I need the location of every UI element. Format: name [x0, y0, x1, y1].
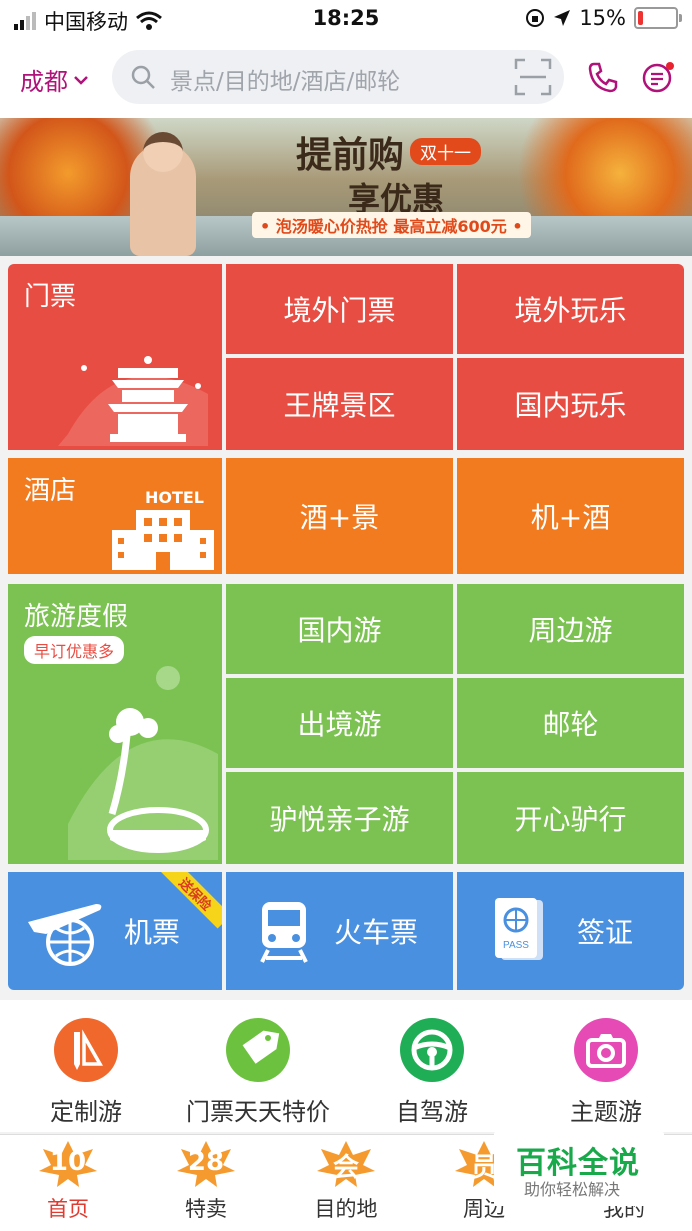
hotel-title: 酒店: [24, 476, 77, 506]
hotel-item-label: 机+酒: [530, 501, 611, 534]
search-placeholder: 景点/目的地/酒店/邮轮: [170, 69, 401, 95]
ruler-pencil-icon: [54, 1018, 118, 1082]
vacation-item-label: 国内游: [297, 614, 382, 647]
vacation-tile[interactable]: 旅游度假 早订优惠多: [8, 584, 222, 864]
passport-icon: PASS: [495, 898, 543, 960]
vacation-item-6[interactable]: 开心驴行: [457, 772, 684, 864]
hotel-tile[interactable]: 酒店 HOTEL: [8, 458, 222, 574]
visa-tile[interactable]: PASS 签证: [457, 872, 684, 990]
flight-tile[interactable]: 送保险 机票: [8, 872, 222, 990]
top-header: 成都 景点/目的地/酒店/邮轮: [0, 38, 692, 118]
tab-label: 首页: [47, 1197, 89, 1221]
status-bar: 中国移动 18:25 15%: [0, 0, 692, 38]
hotel-item-1[interactable]: 酒+景: [226, 458, 453, 574]
tab-destination[interactable]: 会 目的地: [286, 1139, 406, 1223]
tickets-title: 门票: [24, 282, 77, 312]
battery-icon: [634, 7, 682, 29]
tickets-item-label: 王牌景区: [283, 389, 396, 422]
search-bar[interactable]: 景点/目的地/酒店/邮轮: [112, 50, 564, 104]
tab-label: 目的地: [314, 1197, 378, 1221]
hotel-badge: HOTEL: [144, 488, 204, 507]
tickets-tile[interactable]: 门票: [8, 264, 222, 450]
vacation-item-4[interactable]: 邮轮: [457, 678, 684, 768]
tickets-item-1[interactable]: 境外门票: [226, 264, 453, 354]
maple-leaf-icon: 10: [37, 1139, 99, 1189]
tickets-item-label: 境外玩乐: [514, 294, 627, 327]
banner-tag: 双十一: [410, 138, 481, 165]
city-label: 成都: [20, 68, 68, 96]
search-icon: [131, 65, 155, 89]
promo-banner[interactable]: 提前购 双十一 享优惠 • 泡汤暖心价热抢 最高立减600元 •: [0, 118, 692, 256]
banner-promo-line: • 泡汤暖心价热抢 最高立减600元 •: [252, 212, 531, 238]
tab-label: 特卖: [185, 1197, 227, 1221]
banner-title: 提前购: [296, 134, 405, 176]
quick-item-label: 自驾游: [396, 1098, 468, 1126]
chevron-down-icon: [74, 75, 88, 85]
snow-tree-icon: [68, 666, 218, 860]
bathing-woman-image: [130, 132, 196, 256]
tab-sale[interactable]: 28 特卖: [146, 1139, 266, 1223]
quick-item-label: 主题游: [570, 1098, 642, 1126]
tickets-item-label: 境外门票: [283, 294, 396, 327]
tickets-item-label: 国内玩乐: [514, 389, 627, 422]
watermark: 百科全说 助你轻松解决: [494, 1132, 664, 1206]
quick-item-custom-tour[interactable]: 定制游: [6, 1018, 166, 1127]
tab-badge-number: 28: [187, 1147, 225, 1177]
quick-item-theme-tour[interactable]: 主题游: [526, 1018, 686, 1127]
vacation-item-label: 驴悦亲子游: [269, 803, 410, 836]
hotel-item-label: 酒+景: [299, 501, 380, 534]
airplane-globe-icon: [28, 904, 102, 966]
quick-item-ticket-deal[interactable]: 门票天天特价: [178, 1018, 338, 1127]
location-arrow-icon: [554, 10, 571, 26]
city-selector[interactable]: 成都: [20, 62, 88, 97]
vacation-item-3[interactable]: 出境游: [226, 678, 453, 768]
vacation-item-label: 邮轮: [542, 708, 599, 741]
hotel-item-2[interactable]: 机+酒: [457, 458, 684, 574]
maple-leaf-icon: 28: [175, 1139, 237, 1189]
vacation-item-5[interactable]: 驴悦亲子游: [226, 772, 453, 864]
train-label: 火车票: [334, 916, 419, 949]
tab-badge-number: 10: [49, 1147, 87, 1177]
vacation-title: 旅游度假: [24, 602, 129, 632]
watermark-sub: 助你轻松解决: [524, 1180, 621, 1199]
phone-icon[interactable]: [586, 60, 620, 94]
vacation-promo-pill: 早订优惠多: [24, 636, 125, 664]
visa-label: 签证: [577, 916, 634, 949]
steering-wheel-icon: [400, 1018, 464, 1082]
lock-rotation-icon: [526, 9, 545, 27]
maple-leaf-icon: 会: [315, 1139, 377, 1189]
battery-percent: 15%: [579, 6, 626, 30]
temple-icon: [58, 356, 208, 446]
flight-label: 机票: [124, 916, 181, 949]
vacation-item-2[interactable]: 周边游: [457, 584, 684, 674]
tab-home[interactable]: 10 首页: [8, 1139, 128, 1223]
tab-badge-number: 会: [332, 1153, 359, 1183]
train-icon: [260, 902, 308, 963]
vacation-item-label: 出境游: [297, 708, 382, 741]
quick-item-self-drive[interactable]: 自驾游: [352, 1018, 512, 1127]
quick-item-label: 门票天天特价: [186, 1098, 330, 1126]
quick-entries: 定制游 门票天天特价 自驾游 主题游: [0, 1000, 692, 1132]
train-tile[interactable]: 火车票: [226, 872, 453, 990]
vacation-item-label: 开心驴行: [514, 803, 627, 836]
sale-tag-icon: [226, 1018, 290, 1082]
quick-item-label: 定制游: [50, 1098, 122, 1126]
passport-text: PASS: [503, 940, 529, 951]
tickets-item-3[interactable]: 王牌景区: [226, 358, 453, 450]
vacation-item-1[interactable]: 国内游: [226, 584, 453, 674]
vacation-item-label: 周边游: [528, 614, 613, 647]
message-icon[interactable]: [640, 60, 676, 96]
tickets-item-4[interactable]: 国内玩乐: [457, 358, 684, 450]
camera-icon: [574, 1018, 638, 1082]
scan-icon[interactable]: [514, 58, 552, 96]
tickets-item-2[interactable]: 境外玩乐: [457, 264, 684, 354]
hotel-building-icon: [112, 510, 214, 570]
